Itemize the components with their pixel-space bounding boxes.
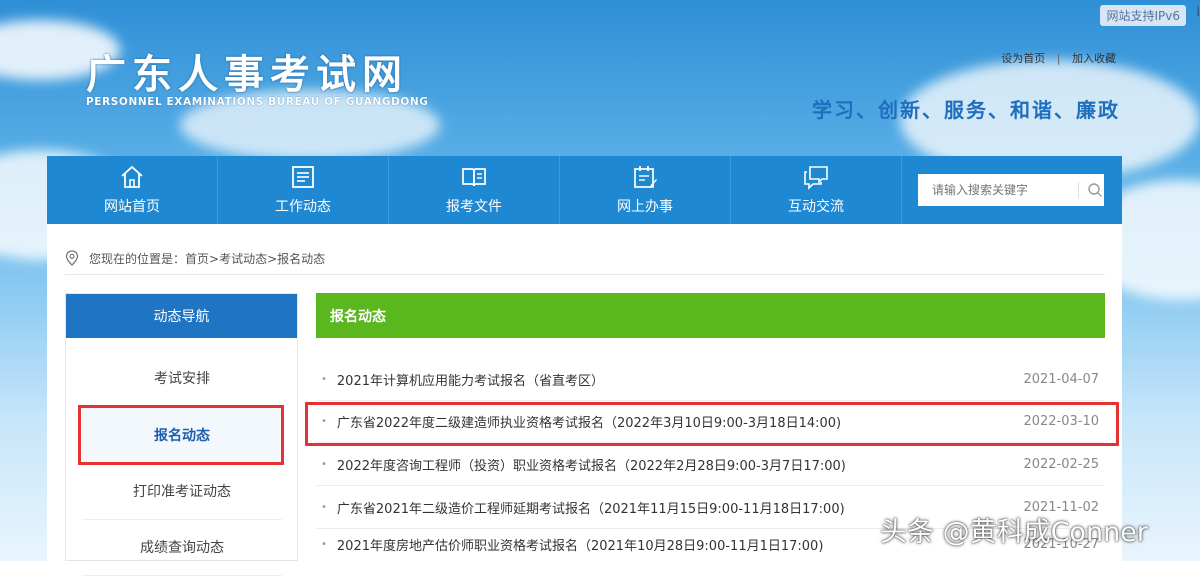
nav-item-work-news[interactable]: 工作动态 <box>218 156 389 224</box>
nav-item-label: 网上办事 <box>617 199 673 215</box>
search-icon[interactable] <box>1087 182 1103 198</box>
nav-item-label: 互动交流 <box>788 199 844 215</box>
site-logo-title[interactable]: 广东人事考试网 <box>86 42 408 100</box>
nav-item-label: 工作动态 <box>275 199 331 215</box>
ipv6-badge: 网站支持IPv6 <box>1100 5 1186 26</box>
top-links: 设为首页 | 加入收藏 <box>1001 50 1116 66</box>
bullet-icon: • <box>321 539 327 550</box>
news-title[interactable]: 2021年计算机应用能力考试报名（省直考区） <box>337 370 1024 389</box>
add-favorite-link[interactable]: 加入收藏 <box>1072 50 1116 66</box>
bullet-icon: • <box>321 374 327 385</box>
bullet-icon: • <box>321 502 327 513</box>
watermark-text: 头条 @黄科成Conner <box>880 517 1148 548</box>
news-title[interactable]: 2022年度咨询工程师（投资）职业资格考试报名（2022年2月28日9:00-3… <box>337 455 1024 474</box>
nav-item-online-services[interactable]: 网上办事 <box>560 156 731 224</box>
sidebar-item-score-query-news[interactable]: 成绩查询动态 <box>82 519 282 576</box>
main-container: 网站首页 工作动态 报考文件 网上办事 互动交流 请输入搜索关键字 您现在的位置… <box>47 156 1122 576</box>
chat-icon <box>804 166 828 190</box>
news-list-item[interactable]: • 2021年计算机应用能力考试报名（省直考区） 2021-04-07 <box>316 359 1105 401</box>
set-home-link[interactable]: 设为首页 <box>1001 50 1045 66</box>
ipv6-extra-text: i <box>1196 5 1200 20</box>
highlight-box-news <box>305 402 1119 446</box>
breadcrumb-path[interactable]: 首页>考试动态>报名动态 <box>185 250 325 267</box>
nav-item-exam-docs[interactable]: 报考文件 <box>389 156 560 224</box>
location-pin-icon <box>65 250 79 266</box>
nav-item-home[interactable]: 网站首页 <box>47 156 218 224</box>
sidebar-item-exam-schedule[interactable]: 考试安排 <box>82 350 282 407</box>
news-list-item[interactable]: • 2022年度咨询工程师（投资）职业资格考试报名（2022年2月28日9:00… <box>316 444 1105 486</box>
search-box <box>918 174 1104 206</box>
nav-item-interaction[interactable]: 互动交流 <box>731 156 902 224</box>
search-input[interactable] <box>930 182 1074 198</box>
top-link-separator: | <box>1056 52 1061 65</box>
nav-item-label: 报考文件 <box>446 199 502 215</box>
breadcrumb-prefix: 您现在的位置是： <box>89 251 186 266</box>
home-icon <box>121 165 143 188</box>
sidebar-item-admission-ticket-news[interactable]: 打印准考证动态 <box>82 463 282 520</box>
news-date: 2021-04-07 <box>1023 372 1099 387</box>
bullet-icon: • <box>321 459 327 470</box>
search-divider <box>1078 182 1079 198</box>
nav-item-label: 网站首页 <box>104 199 160 215</box>
highlight-box-sidebar <box>78 405 284 465</box>
news-icon <box>292 166 314 188</box>
sidebar-title: 动态导航 <box>66 294 297 338</box>
site-slogan: 学习、创新、服务、和谐、廉政 <box>812 98 1120 122</box>
main-nav: 网站首页 工作动态 报考文件 网上办事 互动交流 请输入搜索关键字 <box>47 156 1122 224</box>
book-icon <box>462 168 486 187</box>
site-logo-subtitle: PERSONNEL EXAMINATIONS BUREAU OF GUANGDO… <box>86 96 429 108</box>
calendar-pen-icon <box>634 166 657 188</box>
news-date: 2022-02-25 <box>1023 457 1099 472</box>
breadcrumb: 您现在的位置是： 首页>考试动态>报名动态 <box>65 242 1105 275</box>
content-title: 报名动态 <box>316 293 1105 338</box>
